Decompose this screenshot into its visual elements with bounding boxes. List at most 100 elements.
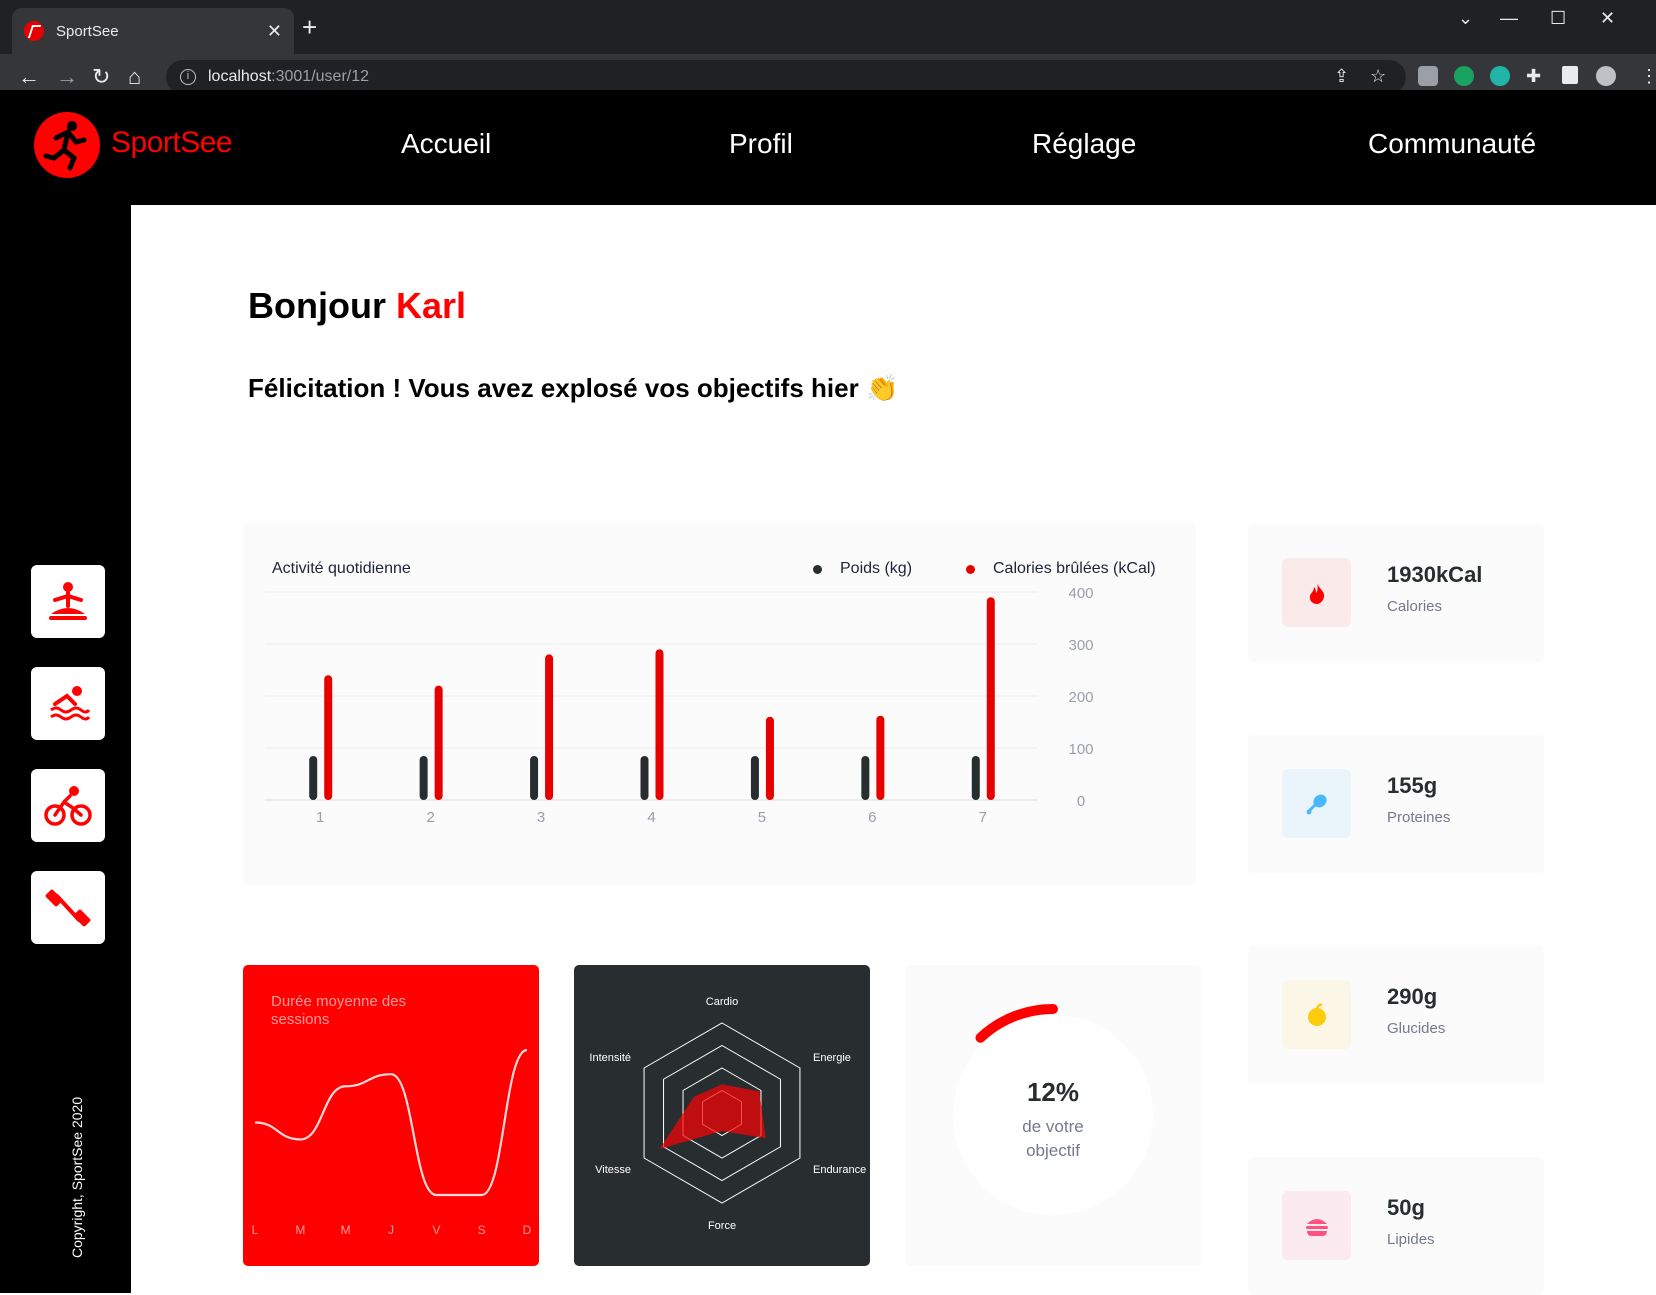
url-host: localhost <box>208 68 272 85</box>
calories-label: Calories <box>1387 598 1443 615</box>
x-tick-label: 1 <box>316 809 324 826</box>
forward-icon[interactable]: → <box>56 64 78 90</box>
burger-icon <box>1282 1191 1351 1260</box>
tab-search-icon[interactable]: ⌄ <box>1458 8 1473 29</box>
chicken-icon <box>1282 769 1351 838</box>
radar-axis-label: Cardio <box>706 996 738 1008</box>
site-info-icon[interactable]: i <box>180 69 196 85</box>
x-tick-label: 4 <box>647 809 655 826</box>
calories-bar <box>545 654 554 800</box>
swimming-icon[interactable] <box>31 667 105 740</box>
calories-value: 1930kCal <box>1387 562 1483 587</box>
weight-bar <box>971 756 980 800</box>
lipides-value: 50g <box>1387 1195 1425 1220</box>
reload-icon[interactable]: ↻ <box>92 64 110 90</box>
vpn-extension-icon[interactable] <box>1490 66 1510 86</box>
performance-radar-chart: Cardio Energie Endurance Force Vitesse Intens… <box>589 996 866 1232</box>
day-label: L <box>252 1223 259 1237</box>
weight-bar <box>861 756 870 800</box>
sportsee-logo-icon[interactable] <box>34 112 100 178</box>
kpi-proteines: 155g Proteines <box>1248 735 1544 873</box>
day-label: S <box>478 1223 486 1237</box>
radar-axis-label: Endurance <box>813 1164 866 1176</box>
nav-accueil[interactable]: Accueil <box>401 128 491 160</box>
weight-bar <box>750 756 759 800</box>
cycling-icon[interactable] <box>31 769 105 842</box>
congratulation-message: Félicitation ! Vous avez explosé vos obj… <box>248 373 898 404</box>
x-tick-label: 3 <box>537 809 545 826</box>
new-tab-button[interactable]: + <box>302 14 317 40</box>
score-panel: 12% de votre objectif <box>905 965 1201 1266</box>
radar-axis-label: Vitesse <box>595 1164 631 1176</box>
sessions-chart-panel: Durée moyenne des sessions LMMJVSD <box>243 965 539 1266</box>
tab-title: SportSee <box>56 22 119 40</box>
score-caption-line2: objectif <box>1026 1141 1080 1160</box>
menu-kebab-icon[interactable]: ⋮ <box>1640 66 1656 87</box>
congratulation-text: Félicitation ! Vous avez explosé vos obj… <box>248 373 859 403</box>
radar-axis-label: Intensité <box>589 1052 631 1064</box>
home-icon[interactable]: ⌂ <box>128 64 141 90</box>
day-label: J <box>388 1223 394 1237</box>
hello-word: Bonjour <box>248 285 386 326</box>
maximize-icon[interactable]: ☐ <box>1550 8 1566 29</box>
nav-profil[interactable]: Profil <box>729 128 793 160</box>
browser-tab[interactable]: SportSee ✕ <box>12 8 294 54</box>
radar-value-area <box>659 1084 766 1149</box>
bookmark-star-icon[interactable]: ☆ <box>1370 66 1386 87</box>
kpi-glucides: 290g Glucides <box>1248 946 1544 1084</box>
brand-name[interactable]: SportSee <box>111 126 233 160</box>
calories-bar <box>324 675 333 800</box>
activity-bar-chart: 0 100 200 300 400 1 2 3 4 5 6 7 <box>265 585 1094 826</box>
weight-bar <box>309 756 318 800</box>
score-value: 12% <box>1026 1077 1080 1107</box>
address-bar[interactable]: i localhost:3001/user/12 <box>166 60 1406 94</box>
kpi-lipides: 50g Lipides <box>1248 1157 1544 1295</box>
browser-tabbar: SportSee ✕ + ⌄ — ☐ ✕ <box>0 0 1656 54</box>
y-tick-label: 200 <box>1068 689 1093 706</box>
sidebar <box>0 205 131 1293</box>
score-caption-line1: de votre <box>1022 1117 1084 1136</box>
share-icon[interactable]: ⇪ <box>1334 66 1349 87</box>
weight-bar <box>640 756 649 800</box>
nav-reglage[interactable]: Réglage <box>1032 128 1136 160</box>
glucides-value: 290g <box>1387 984 1438 1009</box>
proteines-label: Proteines <box>1387 809 1451 826</box>
kpi-calories: 1930kCal Calories <box>1248 524 1544 662</box>
apple-icon <box>1282 980 1351 1049</box>
score-arc <box>975 1004 1058 1043</box>
proteines-value: 155g <box>1387 773 1438 798</box>
yoga-icon[interactable] <box>31 565 105 638</box>
calories-bar <box>434 685 443 800</box>
calories-bar <box>986 597 995 800</box>
y-tick-label: 300 <box>1068 637 1093 654</box>
profile-avatar[interactable] <box>1596 66 1616 86</box>
extensions-puzzle-icon[interactable]: ✚ <box>1526 66 1541 87</box>
performance-radar-panel: Cardio Energie Endurance Force Vitesse Intens… <box>574 965 870 1266</box>
y-tick-label: 400 <box>1068 585 1093 602</box>
shield-extension-icon[interactable] <box>1454 66 1474 86</box>
lipides-label: Lipides <box>1387 1231 1435 1248</box>
score-caption: de votre objectif <box>993 1115 1113 1163</box>
y-tick-label: 0 <box>1077 793 1085 810</box>
weight-bar <box>530 756 539 800</box>
back-icon[interactable]: ← <box>18 64 40 90</box>
x-tick-label: 2 <box>426 809 434 826</box>
ublock-extension-icon[interactable] <box>1418 66 1438 86</box>
close-window-icon[interactable]: ✕ <box>1600 8 1615 29</box>
nav-communaute[interactable]: Communauté <box>1368 128 1536 160</box>
x-tick-label: 5 <box>758 809 766 826</box>
copyright-text: Copyright, SportSee 2020 <box>69 1096 85 1258</box>
minimize-icon[interactable]: — <box>1500 8 1518 29</box>
tab-close-icon[interactable]: ✕ <box>267 21 282 42</box>
day-label: D <box>523 1223 532 1237</box>
radar-axis-label: Force <box>708 1220 736 1232</box>
weight-bar <box>419 756 428 800</box>
dumbbell-icon[interactable] <box>31 871 105 944</box>
x-tick-label: 6 <box>868 809 876 826</box>
url-path: :3001/user/12 <box>271 68 370 85</box>
page-title: Bonjour Karl <box>248 285 466 327</box>
side-panel-icon[interactable] <box>1562 66 1578 84</box>
sessions-line-chart: LMMJVSD <box>252 1048 532 1237</box>
glucides-label: Glucides <box>1387 1020 1446 1037</box>
x-tick-label: 7 <box>979 809 987 826</box>
